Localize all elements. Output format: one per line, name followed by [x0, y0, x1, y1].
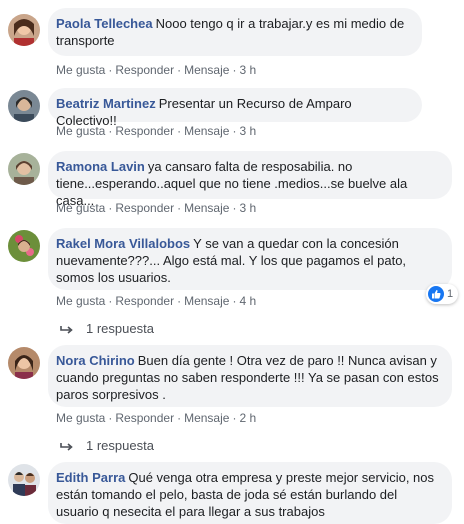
avatar[interactable]	[8, 230, 40, 262]
timestamp[interactable]: 2 h	[239, 411, 256, 425]
comment-author[interactable]: Edith Parra	[56, 470, 125, 485]
reply-link[interactable]: Responder	[115, 294, 174, 308]
like-link[interactable]: Me gusta	[56, 63, 105, 77]
reaction-count-label: 1	[447, 288, 454, 300]
comment-bubble: Nora Chirino Buen día gente ! Otra vez de…	[48, 345, 452, 407]
replies-link[interactable]: 1 respuesta	[60, 438, 154, 453]
comment-bubble: Edith Parra Qué venga otra empresa y pres…	[48, 462, 452, 524]
timestamp[interactable]: 3 h	[239, 63, 256, 77]
avatar[interactable]	[8, 14, 40, 46]
comment-bubble: Ramona Lavin ya cansaro falta de resposab…	[48, 151, 452, 208]
replies-count[interactable]: 1 respuesta	[86, 438, 154, 453]
reply-link[interactable]: Responder	[115, 201, 174, 215]
comment-thread: Paola Tellechea Nooo tengo q ir a trabaja…	[0, 0, 464, 524]
comment-author[interactable]: Beatriz Martinez	[56, 96, 156, 111]
avatar[interactable]	[8, 90, 40, 122]
like-reaction-icon	[428, 286, 444, 302]
timestamp[interactable]: 3 h	[239, 201, 256, 215]
message-link[interactable]: Mensaje	[184, 124, 229, 138]
comment-actions: Me gusta · Responder · Mensaje · 3 h	[56, 201, 257, 215]
comment-author[interactable]: Paola Tellechea	[56, 16, 153, 31]
avatar[interactable]	[8, 464, 40, 496]
reaction-count[interactable]: 1	[426, 284, 459, 304]
comment-actions: Me gusta · Responder · Mensaje · 2 h	[56, 411, 257, 425]
comment-bubble: Paola Tellechea Nooo tengo q ir a trabaja…	[48, 8, 422, 56]
message-link[interactable]: Mensaje	[184, 411, 229, 425]
comment-actions: Me gusta · Responder · Mensaje · 3 h	[56, 124, 257, 138]
reply-arrow-icon	[60, 442, 73, 451]
timestamp[interactable]: 4 h	[239, 294, 256, 308]
comment-actions: Me gusta · Responder · Mensaje · 3 h	[56, 63, 257, 77]
replies-count[interactable]: 1 respuesta	[86, 321, 154, 336]
reply-link[interactable]: Responder	[115, 124, 174, 138]
comment-actions: Me gusta · Responder · Mensaje · 4 h	[56, 294, 257, 308]
comment-bubble: Rakel Mora Villalobos Y se van a quedar c…	[48, 228, 452, 290]
reply-link[interactable]: Responder	[115, 63, 174, 77]
message-link[interactable]: Mensaje	[184, 201, 229, 215]
comment-bubble: Beatriz Martinez Presentar un Recurso de …	[48, 88, 422, 128]
timestamp[interactable]: 3 h	[239, 124, 256, 138]
like-link[interactable]: Me gusta	[56, 411, 105, 425]
reply-link[interactable]: Responder	[115, 411, 174, 425]
like-link[interactable]: Me gusta	[56, 201, 105, 215]
reply-arrow-icon	[60, 325, 73, 334]
comment-author[interactable]: Ramona Lavin	[56, 159, 145, 174]
like-link[interactable]: Me gusta	[56, 124, 105, 138]
message-link[interactable]: Mensaje	[184, 63, 229, 77]
replies-link[interactable]: 1 respuesta	[60, 321, 154, 336]
avatar[interactable]	[8, 347, 40, 379]
like-link[interactable]: Me gusta	[56, 294, 105, 308]
message-link[interactable]: Mensaje	[184, 294, 229, 308]
comment-author[interactable]: Rakel Mora Villalobos	[56, 236, 190, 251]
comment-author[interactable]: Nora Chirino	[56, 353, 135, 368]
avatar[interactable]	[8, 153, 40, 185]
